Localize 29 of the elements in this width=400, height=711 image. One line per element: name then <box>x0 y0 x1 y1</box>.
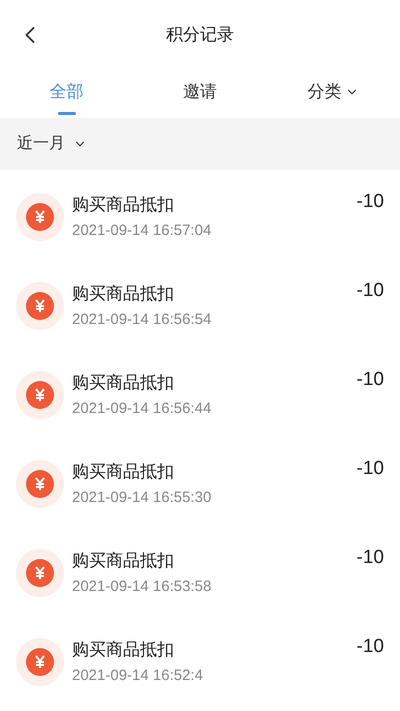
tab[interactable]: 邀请 <box>133 66 267 118</box>
points-amount: -10 <box>356 458 384 480</box>
record-time: 2021-09-14 16:56:54 <box>72 310 212 330</box>
record-title: 购买商品抵扣 <box>72 283 175 305</box>
points-amount: -10 <box>356 191 384 213</box>
yen-icon <box>16 371 64 419</box>
record-title: 购买商品抵扣 <box>72 194 175 216</box>
record-title: 购买商品抵扣 <box>72 461 175 483</box>
tab-indicator <box>58 112 76 115</box>
points-amount: -10 <box>356 369 384 391</box>
record-time: 2021-09-14 16:53:58 <box>72 577 212 597</box>
record-time: 2021-09-14 16:57:04 <box>72 221 212 241</box>
page-title: 积分记录 <box>166 24 234 46</box>
tab[interactable]: 分类 <box>266 66 400 118</box>
record-time: 2021-09-14 16:55:30 <box>72 488 212 508</box>
yen-icon <box>16 193 64 241</box>
record-time: 2021-09-14 16:52:4 <box>72 666 204 686</box>
points-amount: -10 <box>356 280 384 302</box>
yen-icon <box>16 638 64 686</box>
record-time: 2021-09-14 16:56:44 <box>72 399 212 419</box>
period-dropdown[interactable]: 近一月 <box>17 132 87 156</box>
yen-icon <box>16 460 64 508</box>
record-title: 购买商品抵扣 <box>72 372 175 394</box>
yen-icon <box>16 282 64 330</box>
yen-icon <box>16 549 64 597</box>
points-amount: -10 <box>356 636 384 658</box>
points-amount: -10 <box>356 547 384 569</box>
record-title: 购买商品抵扣 <box>72 639 175 661</box>
record-title: 购买商品抵扣 <box>72 550 175 572</box>
